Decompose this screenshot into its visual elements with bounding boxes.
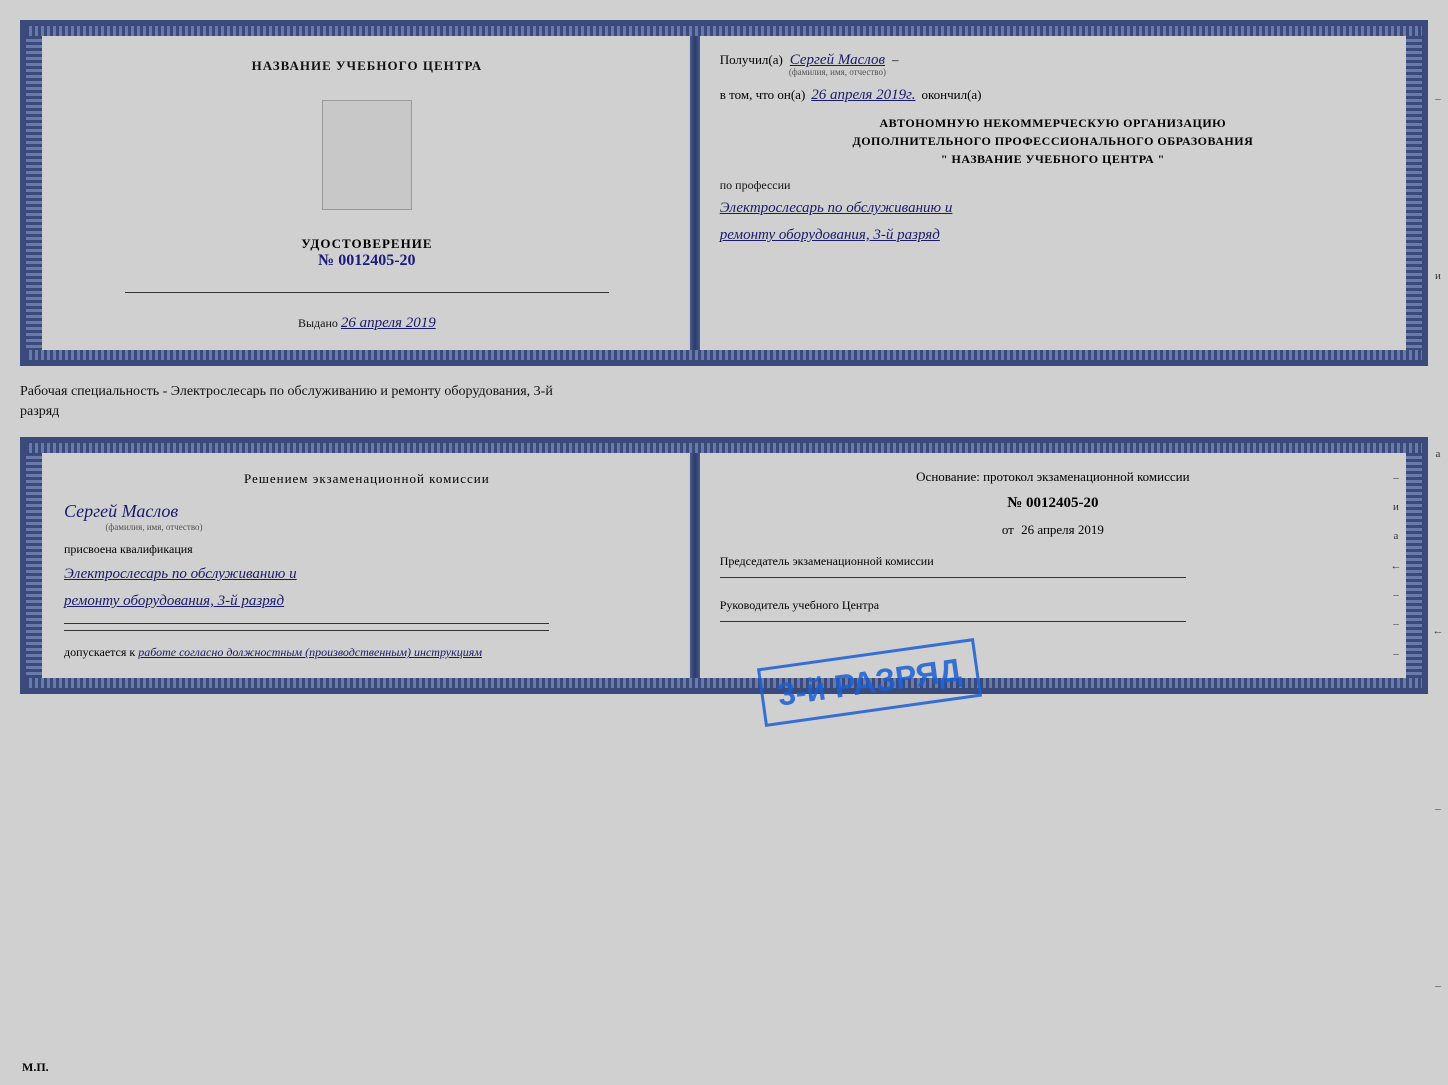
v-tom-chto-line: в том, что он(а) 26 апреля 2019г. окончи…	[720, 87, 1386, 104]
spine-card2	[690, 453, 700, 678]
card1-left-panel: НАЗВАНИЕ УЧЕБНОГО ЦЕНТРА УДОСТОВЕРЕНИЕ №…	[42, 36, 690, 350]
right-border-1	[1406, 36, 1422, 350]
stamp-overlay: 3-й РАЗРЯД	[757, 638, 982, 727]
vydano-date: 26 апреля 2019	[341, 315, 436, 331]
profession-text: Электрослесарь по обслуживанию и ремонту…	[720, 195, 1386, 249]
dopuskaetsya-block: допускается к работе согласно должностны…	[64, 645, 670, 660]
fio-subtitle: (фамилия, имя, отчество)	[789, 67, 886, 77]
udostoverenie-block: УДОСТОВЕРЕНИЕ № 0012405-20	[301, 236, 432, 270]
left-border-1	[26, 36, 42, 350]
v-tom-chto-label: в том, что он(а)	[720, 87, 806, 103]
number-card2: № 0012405-20	[720, 495, 1386, 512]
rukovoditel-block: Руководитель учебного Центра	[720, 598, 1386, 622]
predsedatel-label: Председатель экзаменационной комиссии	[720, 554, 1386, 569]
poluchil-line: Получил(а) Сергей Маслов (фамилия, имя, …	[720, 52, 1386, 77]
card2-left-panel: Решением экзаменационной комиссии Сергей…	[42, 453, 690, 678]
top-border-1	[26, 26, 1422, 36]
right-side-marks: – и а ← – –	[1428, 0, 1448, 1085]
spine-card1	[690, 36, 700, 350]
predsedatel-block: Председатель экзаменационной комиссии	[720, 554, 1386, 578]
org-line2: ДОПОЛНИТЕЛЬНОГО ПРОФЕССИОНАЛЬНОГО ОБРАЗО…	[720, 132, 1386, 150]
org-line3: " НАЗВАНИЕ УЧЕБНОГО ЦЕНТРА "	[720, 150, 1386, 168]
completion-date: 26 апреля 2019г.	[811, 87, 915, 104]
separator-line	[125, 292, 610, 293]
ot-line: от 26 апреля 2019	[720, 522, 1386, 538]
rukovoditel-label: Руководитель учебного Центра	[720, 598, 1386, 613]
top-border-2	[26, 443, 1422, 453]
card2-right-panel: Основание: протокол экзаменационной коми…	[700, 453, 1406, 678]
between-text-line1: Рабочая специальность - Электрослесарь п…	[20, 382, 1428, 402]
osnovanie-label: Основание: протокол экзаменационной коми…	[720, 469, 1386, 485]
left-border-2	[26, 453, 42, 678]
between-text-line2: разряд	[20, 402, 1428, 422]
mp-label: М.П.	[22, 1060, 49, 1075]
qual-line1: Электрослесарь по обслуживанию и	[64, 561, 670, 588]
right-side-marks-2: – и а ← – – –	[1386, 453, 1406, 678]
ot-date: 26 апреля 2019	[1021, 522, 1104, 537]
stamp-text: 3-й РАЗРЯД	[775, 651, 963, 712]
ot-label: от	[1002, 522, 1014, 537]
dopuskaetsya-prefix: допускается к	[64, 645, 135, 659]
card1-inner-row: НАЗВАНИЕ УЧЕБНОГО ЦЕНТРА УДОСТОВЕРЕНИЕ №…	[26, 36, 1422, 350]
card2-inner-row: Решением экзаменационной комиссии Сергей…	[26, 453, 1422, 678]
org-block: АВТОНОМНУЮ НЕКОММЕРЧЕСКУЮ ОРГАНИЗАЦИЮ ДО…	[720, 114, 1386, 168]
okoncil-label: окончил(а)	[921, 87, 981, 103]
fio-sub-card2: (фамилия, имя, отчество)	[64, 522, 244, 532]
dopuskaetsya-text: работе согласно должностным (производств…	[138, 645, 482, 659]
page-wrapper: НАЗВАНИЕ УЧЕБНОГО ЦЕНТРА УДОСТОВЕРЕНИЕ №…	[20, 20, 1428, 694]
right-border-2	[1406, 453, 1422, 678]
profession-line1: Электрослесарь по обслуживанию и	[720, 195, 1386, 222]
card1-outer: НАЗВАНИЕ УЧЕБНОГО ЦЕНТРА УДОСТОВЕРЕНИЕ №…	[20, 20, 1428, 366]
profession-line2: ремонту оборудования, 3-й разряд	[720, 222, 1386, 249]
resheniem-title: Решением экзаменационной комиссии	[64, 471, 670, 487]
udostoverenie-number: № 0012405-20	[318, 252, 415, 269]
qual-line2: ремонту оборудования, 3-й разряд	[64, 588, 670, 615]
card1-right-panel: Получил(а) Сергей Маслов (фамилия, имя, …	[700, 36, 1406, 350]
vydano-label: Выдано	[298, 316, 338, 330]
org-line1: АВТОНОМНУЮ НЕКОММЕРЧЕСКУЮ ОРГАНИЗАЦИЮ	[720, 114, 1386, 132]
poluchil-label: Получил(а)	[720, 52, 783, 68]
photo-placeholder	[322, 100, 412, 210]
prisvoena-label: присвоена квалификация	[64, 542, 670, 557]
po-professii-label: по профессии	[720, 178, 1386, 193]
between-text: Рабочая специальность - Электрослесарь п…	[20, 378, 1428, 425]
name-handwritten-card2: Сергей Маслов	[64, 501, 178, 522]
training-center-title-left: НАЗВАНИЕ УЧЕБНОГО ЦЕНТРА	[252, 58, 483, 74]
bottom-border-1	[26, 350, 1422, 360]
bottom-border-2	[26, 678, 1422, 688]
udostoverenie-label: УДОСТОВЕРЕНИЕ	[301, 236, 432, 252]
dash-symbol: –	[892, 52, 899, 68]
qualification-text: Электрослесарь по обслуживанию и ремонту…	[64, 561, 670, 615]
card2-outer: Решением экзаменационной комиссии Сергей…	[20, 437, 1428, 694]
vydano-line: Выдано 26 апреля 2019	[298, 315, 436, 332]
